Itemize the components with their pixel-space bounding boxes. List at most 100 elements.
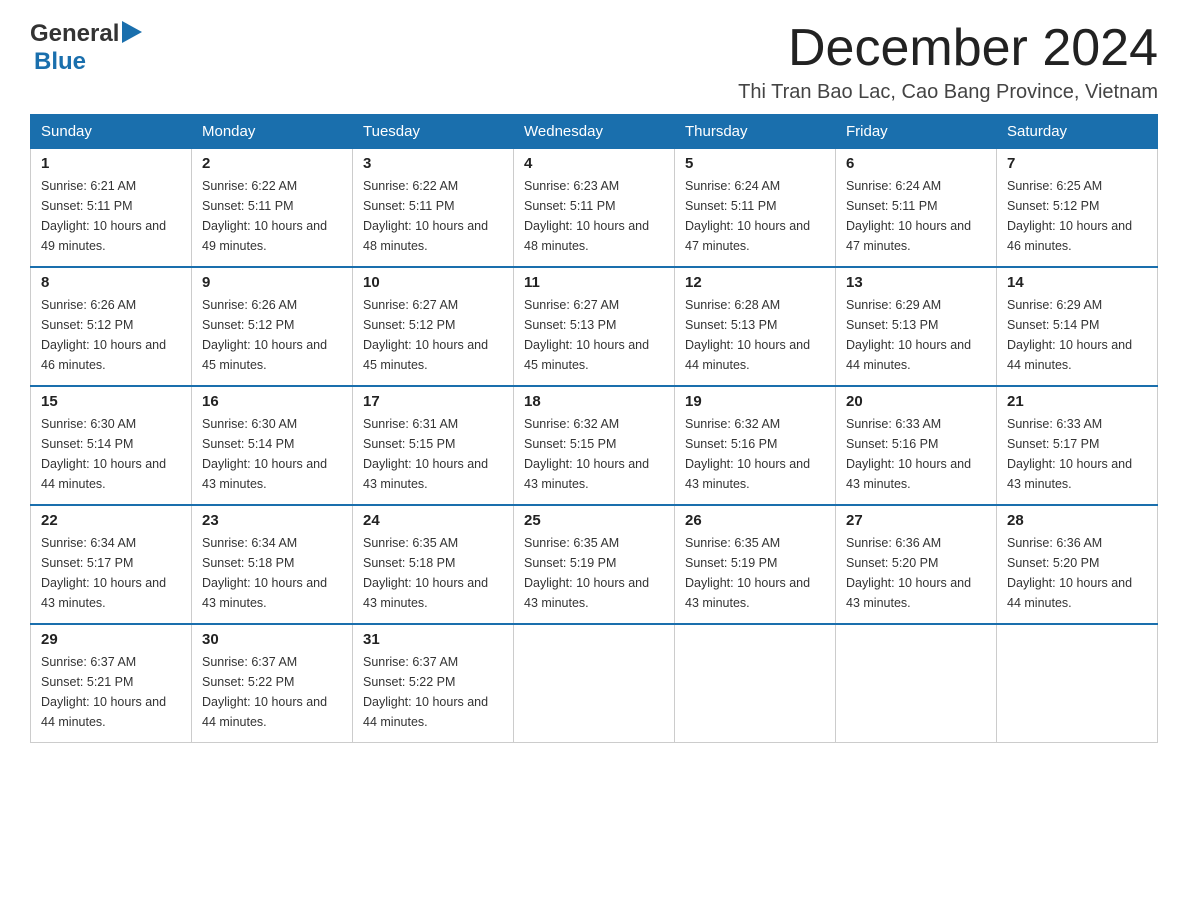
daylight-label: Daylight: 10 hours and 43 minutes. bbox=[846, 576, 971, 610]
logo-general-text: General bbox=[30, 20, 119, 48]
table-row: 4 Sunrise: 6:23 AM Sunset: 5:11 PM Dayli… bbox=[514, 149, 675, 268]
sunset-label: Sunset: 5:12 PM bbox=[1007, 199, 1099, 213]
sunrise-label: Sunrise: 6:30 AM bbox=[41, 417, 136, 431]
sunset-label: Sunset: 5:18 PM bbox=[202, 556, 294, 570]
day-info: Sunrise: 6:29 AM Sunset: 5:13 PM Dayligh… bbox=[846, 295, 986, 375]
sunrise-label: Sunrise: 6:36 AM bbox=[1007, 536, 1102, 550]
day-number: 16 bbox=[202, 393, 342, 410]
day-info: Sunrise: 6:36 AM Sunset: 5:20 PM Dayligh… bbox=[1007, 533, 1147, 613]
day-number: 20 bbox=[846, 393, 986, 410]
sunset-label: Sunset: 5:16 PM bbox=[685, 437, 777, 451]
day-info: Sunrise: 6:32 AM Sunset: 5:16 PM Dayligh… bbox=[685, 414, 825, 494]
sunrise-label: Sunrise: 6:25 AM bbox=[1007, 179, 1102, 193]
day-number: 28 bbox=[1007, 512, 1147, 529]
calendar-week-row: 15 Sunrise: 6:30 AM Sunset: 5:14 PM Dayl… bbox=[31, 386, 1158, 505]
day-info: Sunrise: 6:36 AM Sunset: 5:20 PM Dayligh… bbox=[846, 533, 986, 613]
day-number: 12 bbox=[685, 274, 825, 291]
day-info: Sunrise: 6:22 AM Sunset: 5:11 PM Dayligh… bbox=[363, 176, 503, 256]
sunset-label: Sunset: 5:19 PM bbox=[524, 556, 616, 570]
sunset-label: Sunset: 5:21 PM bbox=[41, 675, 133, 689]
sunrise-label: Sunrise: 6:34 AM bbox=[202, 536, 297, 550]
day-number: 23 bbox=[202, 512, 342, 529]
day-number: 11 bbox=[524, 274, 664, 291]
sunset-label: Sunset: 5:11 PM bbox=[41, 199, 133, 213]
table-row: 3 Sunrise: 6:22 AM Sunset: 5:11 PM Dayli… bbox=[353, 149, 514, 268]
title-block: December 2024 Thi Tran Bao Lac, Cao Bang… bbox=[738, 20, 1158, 104]
day-info: Sunrise: 6:35 AM Sunset: 5:19 PM Dayligh… bbox=[524, 533, 664, 613]
day-number: 5 bbox=[685, 155, 825, 172]
day-info: Sunrise: 6:30 AM Sunset: 5:14 PM Dayligh… bbox=[202, 414, 342, 494]
sunset-label: Sunset: 5:12 PM bbox=[41, 318, 133, 332]
sunrise-label: Sunrise: 6:35 AM bbox=[685, 536, 780, 550]
table-row: 24 Sunrise: 6:35 AM Sunset: 5:18 PM Dayl… bbox=[353, 505, 514, 624]
table-row: 14 Sunrise: 6:29 AM Sunset: 5:14 PM Dayl… bbox=[997, 267, 1158, 386]
daylight-label: Daylight: 10 hours and 43 minutes. bbox=[1007, 457, 1132, 491]
table-row bbox=[514, 624, 675, 743]
day-info: Sunrise: 6:33 AM Sunset: 5:16 PM Dayligh… bbox=[846, 414, 986, 494]
sunset-label: Sunset: 5:20 PM bbox=[1007, 556, 1099, 570]
sunset-label: Sunset: 5:12 PM bbox=[363, 318, 455, 332]
daylight-label: Daylight: 10 hours and 44 minutes. bbox=[846, 338, 971, 372]
sunset-label: Sunset: 5:14 PM bbox=[41, 437, 133, 451]
day-info: Sunrise: 6:22 AM Sunset: 5:11 PM Dayligh… bbox=[202, 176, 342, 256]
day-number: 31 bbox=[363, 631, 503, 648]
sunrise-label: Sunrise: 6:32 AM bbox=[685, 417, 780, 431]
calendar-header-row: Sunday Monday Tuesday Wednesday Thursday… bbox=[31, 115, 1158, 149]
table-row bbox=[836, 624, 997, 743]
daylight-label: Daylight: 10 hours and 43 minutes. bbox=[363, 457, 488, 491]
daylight-label: Daylight: 10 hours and 44 minutes. bbox=[1007, 576, 1132, 610]
sunrise-label: Sunrise: 6:37 AM bbox=[41, 655, 136, 669]
table-row: 15 Sunrise: 6:30 AM Sunset: 5:14 PM Dayl… bbox=[31, 386, 192, 505]
day-info: Sunrise: 6:34 AM Sunset: 5:18 PM Dayligh… bbox=[202, 533, 342, 613]
daylight-label: Daylight: 10 hours and 49 minutes. bbox=[41, 219, 166, 253]
day-info: Sunrise: 6:29 AM Sunset: 5:14 PM Dayligh… bbox=[1007, 295, 1147, 375]
table-row: 12 Sunrise: 6:28 AM Sunset: 5:13 PM Dayl… bbox=[675, 267, 836, 386]
sunrise-label: Sunrise: 6:29 AM bbox=[846, 298, 941, 312]
table-row: 2 Sunrise: 6:22 AM Sunset: 5:11 PM Dayli… bbox=[192, 149, 353, 268]
sunset-label: Sunset: 5:15 PM bbox=[363, 437, 455, 451]
day-info: Sunrise: 6:25 AM Sunset: 5:12 PM Dayligh… bbox=[1007, 176, 1147, 256]
day-info: Sunrise: 6:37 AM Sunset: 5:22 PM Dayligh… bbox=[363, 652, 503, 732]
daylight-label: Daylight: 10 hours and 43 minutes. bbox=[202, 576, 327, 610]
sunrise-label: Sunrise: 6:27 AM bbox=[524, 298, 619, 312]
table-row: 26 Sunrise: 6:35 AM Sunset: 5:19 PM Dayl… bbox=[675, 505, 836, 624]
sunset-label: Sunset: 5:11 PM bbox=[685, 199, 777, 213]
daylight-label: Daylight: 10 hours and 49 minutes. bbox=[202, 219, 327, 253]
day-info: Sunrise: 6:23 AM Sunset: 5:11 PM Dayligh… bbox=[524, 176, 664, 256]
sunrise-label: Sunrise: 6:30 AM bbox=[202, 417, 297, 431]
col-wednesday: Wednesday bbox=[514, 115, 675, 149]
day-number: 17 bbox=[363, 393, 503, 410]
sunset-label: Sunset: 5:22 PM bbox=[363, 675, 455, 689]
table-row: 7 Sunrise: 6:25 AM Sunset: 5:12 PM Dayli… bbox=[997, 149, 1158, 268]
sunset-label: Sunset: 5:22 PM bbox=[202, 675, 294, 689]
day-number: 26 bbox=[685, 512, 825, 529]
day-number: 29 bbox=[41, 631, 181, 648]
sunset-label: Sunset: 5:13 PM bbox=[524, 318, 616, 332]
table-row: 17 Sunrise: 6:31 AM Sunset: 5:15 PM Dayl… bbox=[353, 386, 514, 505]
sunrise-label: Sunrise: 6:35 AM bbox=[363, 536, 458, 550]
calendar-week-row: 8 Sunrise: 6:26 AM Sunset: 5:12 PM Dayli… bbox=[31, 267, 1158, 386]
daylight-label: Daylight: 10 hours and 43 minutes. bbox=[685, 576, 810, 610]
col-saturday: Saturday bbox=[997, 115, 1158, 149]
table-row: 8 Sunrise: 6:26 AM Sunset: 5:12 PM Dayli… bbox=[31, 267, 192, 386]
table-row: 11 Sunrise: 6:27 AM Sunset: 5:13 PM Dayl… bbox=[514, 267, 675, 386]
logo-blue-text: Blue bbox=[34, 48, 86, 76]
day-number: 27 bbox=[846, 512, 986, 529]
day-number: 30 bbox=[202, 631, 342, 648]
day-number: 13 bbox=[846, 274, 986, 291]
sunset-label: Sunset: 5:19 PM bbox=[685, 556, 777, 570]
table-row: 25 Sunrise: 6:35 AM Sunset: 5:19 PM Dayl… bbox=[514, 505, 675, 624]
sunrise-label: Sunrise: 6:26 AM bbox=[202, 298, 297, 312]
day-info: Sunrise: 6:37 AM Sunset: 5:21 PM Dayligh… bbox=[41, 652, 181, 732]
sunset-label: Sunset: 5:11 PM bbox=[363, 199, 455, 213]
col-tuesday: Tuesday bbox=[353, 115, 514, 149]
month-title: December 2024 bbox=[738, 20, 1158, 77]
table-row: 29 Sunrise: 6:37 AM Sunset: 5:21 PM Dayl… bbox=[31, 624, 192, 743]
sunset-label: Sunset: 5:20 PM bbox=[846, 556, 938, 570]
table-row: 19 Sunrise: 6:32 AM Sunset: 5:16 PM Dayl… bbox=[675, 386, 836, 505]
sunset-label: Sunset: 5:18 PM bbox=[363, 556, 455, 570]
sunrise-label: Sunrise: 6:26 AM bbox=[41, 298, 136, 312]
daylight-label: Daylight: 10 hours and 44 minutes. bbox=[41, 457, 166, 491]
table-row: 1 Sunrise: 6:21 AM Sunset: 5:11 PM Dayli… bbox=[31, 149, 192, 268]
daylight-label: Daylight: 10 hours and 43 minutes. bbox=[685, 457, 810, 491]
